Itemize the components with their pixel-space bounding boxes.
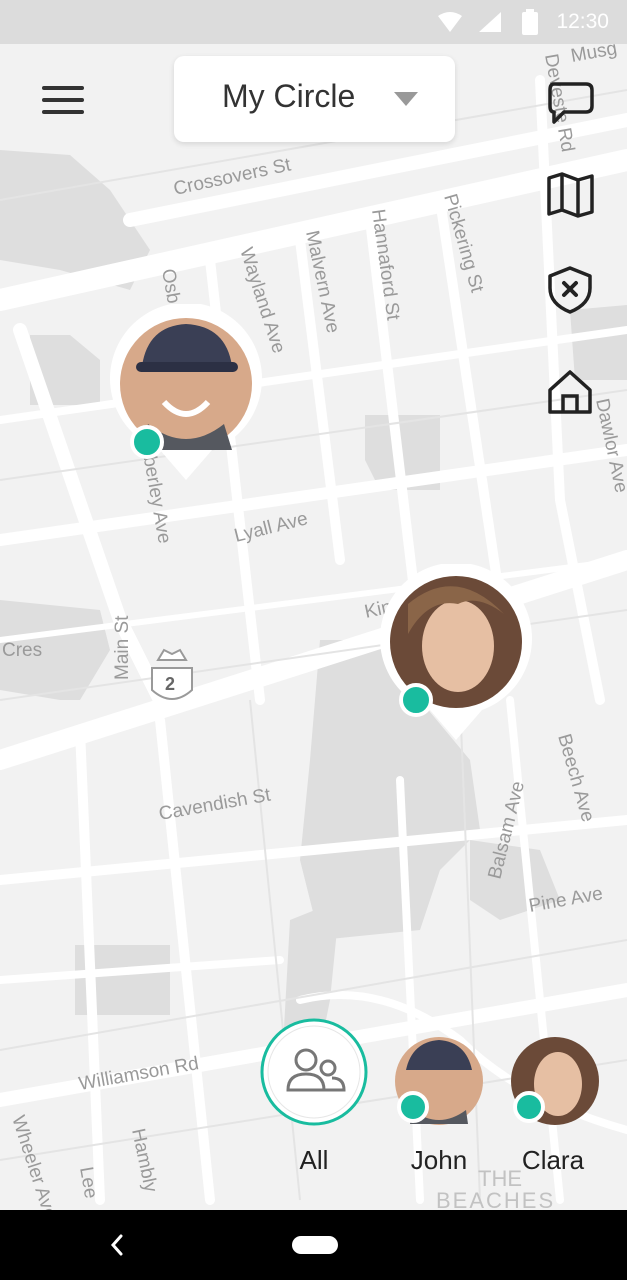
caret-down-icon — [394, 92, 418, 106]
member-pin-clara[interactable] — [378, 562, 538, 749]
member-john-label: John — [410, 1145, 468, 1175]
chat-button[interactable] — [544, 74, 596, 126]
online-status-dot — [397, 1091, 429, 1123]
circle-title: My Circle — [222, 78, 356, 114]
phone-screen: 12:30 Crossovers St Wayland Ave Malvern … — [0, 0, 627, 1280]
home-button[interactable] — [544, 366, 596, 418]
online-status-dot — [399, 683, 433, 717]
street-label: Cres — [2, 640, 42, 661]
filter-all-label: All — [299, 1145, 329, 1175]
member-clara-label: Clara — [521, 1145, 585, 1175]
street-label: Main St — [112, 615, 133, 680]
route-badge-number: 2 — [165, 674, 175, 694]
map-button[interactable] — [544, 168, 596, 220]
filter-all-button[interactable] — [260, 1018, 368, 1126]
online-status-dot — [130, 425, 164, 459]
back-icon[interactable] — [105, 1230, 129, 1260]
member-clara-button[interactable] — [510, 1036, 600, 1126]
circle-selector[interactable]: My Circle — [174, 56, 455, 142]
shield-icon — [548, 266, 592, 314]
wifi-icon — [438, 12, 462, 32]
status-bar: 12:30 — [0, 0, 627, 44]
member-john-button[interactable] — [394, 1036, 484, 1126]
map-icon — [547, 172, 594, 218]
home-icon — [548, 370, 592, 414]
signal-icon — [479, 12, 501, 32]
safety-button[interactable] — [544, 264, 596, 316]
status-time: 12:30 — [556, 10, 609, 33]
system-nav-bar — [0, 1210, 627, 1280]
chat-icon — [548, 82, 594, 124]
online-status-dot — [513, 1091, 545, 1123]
street-label: BEACHES — [436, 1188, 555, 1210]
menu-icon — [42, 86, 84, 114]
member-pin-john[interactable] — [108, 302, 268, 489]
menu-button[interactable] — [40, 80, 88, 120]
home-pill[interactable] — [292, 1236, 338, 1254]
battery-icon — [522, 9, 538, 35]
